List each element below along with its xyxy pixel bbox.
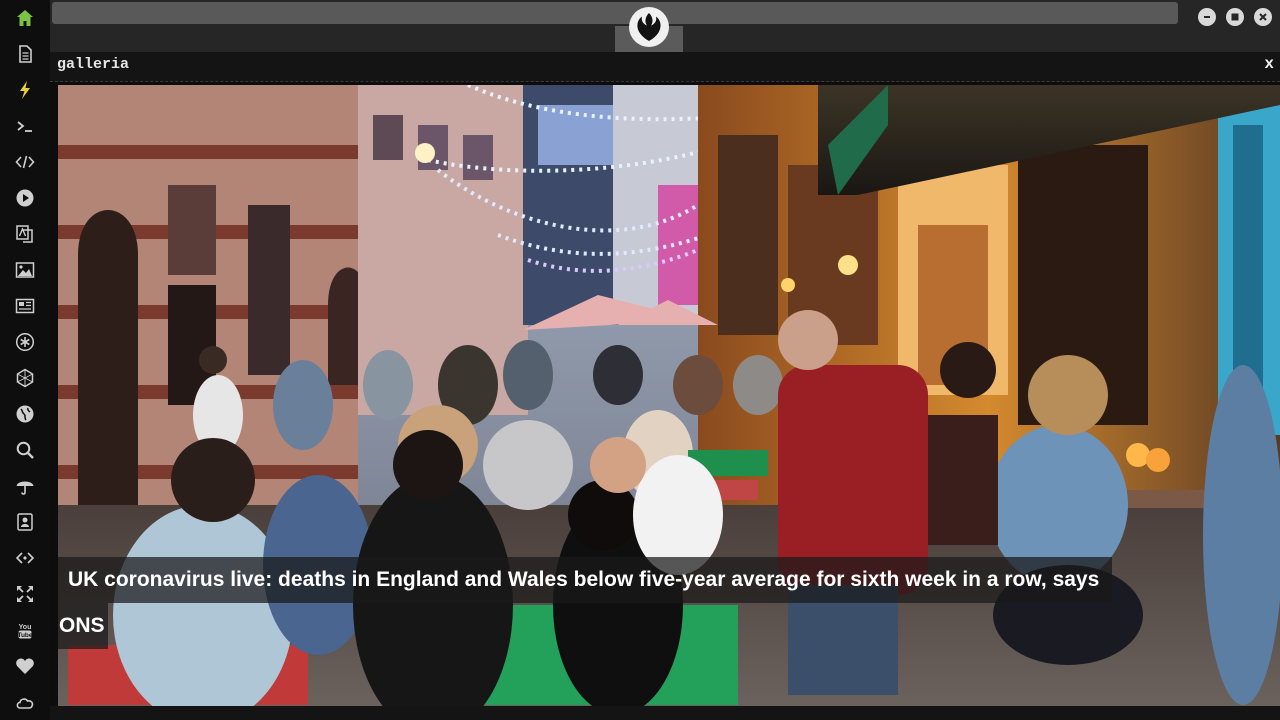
expand-icon[interactable] bbox=[13, 582, 37, 606]
heart-icon[interactable] bbox=[13, 654, 37, 678]
close-gallery-button[interactable]: x bbox=[1264, 55, 1274, 73]
terminal-icon[interactable] bbox=[13, 114, 37, 138]
umbrella-icon[interactable] bbox=[13, 474, 37, 498]
gallery-caption-wrap: ONS bbox=[58, 603, 108, 649]
embed-icon[interactable] bbox=[13, 546, 37, 570]
bottom-edge bbox=[50, 706, 1280, 720]
contact-icon[interactable] bbox=[13, 510, 37, 534]
youtube-icon[interactable]: You Tube bbox=[13, 618, 37, 642]
minimize-button[interactable] bbox=[1198, 8, 1216, 26]
window-titlebar: galleria x bbox=[50, 52, 1280, 82]
svg-text:You: You bbox=[19, 624, 32, 631]
lightning-icon[interactable] bbox=[13, 78, 37, 102]
sidebar: You Tube bbox=[0, 0, 50, 720]
translate-icon[interactable] bbox=[13, 222, 37, 246]
asterisk-icon[interactable] bbox=[13, 330, 37, 354]
image-icon[interactable] bbox=[13, 258, 37, 282]
search-icon[interactable] bbox=[13, 438, 37, 462]
top-bar bbox=[50, 0, 1280, 52]
home-icon[interactable] bbox=[13, 6, 37, 30]
address-bar[interactable] bbox=[52, 2, 1178, 24]
play-icon[interactable] bbox=[13, 186, 37, 210]
close-window-button[interactable] bbox=[1254, 8, 1272, 26]
document-icon[interactable] bbox=[13, 42, 37, 66]
gallery-caption: UK coronavirus live: deaths in England a… bbox=[58, 557, 1112, 603]
cloud-icon[interactable] bbox=[13, 690, 37, 714]
newspaper-icon[interactable] bbox=[13, 294, 37, 318]
code-icon[interactable] bbox=[13, 150, 37, 174]
window-title: galleria bbox=[57, 56, 130, 73]
rebel-alliance-logo[interactable] bbox=[629, 7, 669, 47]
svg-text:Tube: Tube bbox=[17, 632, 32, 639]
hexagon-icon[interactable] bbox=[13, 366, 37, 390]
maximize-button[interactable] bbox=[1226, 8, 1244, 26]
globe-icon[interactable] bbox=[13, 402, 37, 426]
gallery-image[interactable] bbox=[58, 85, 1280, 706]
